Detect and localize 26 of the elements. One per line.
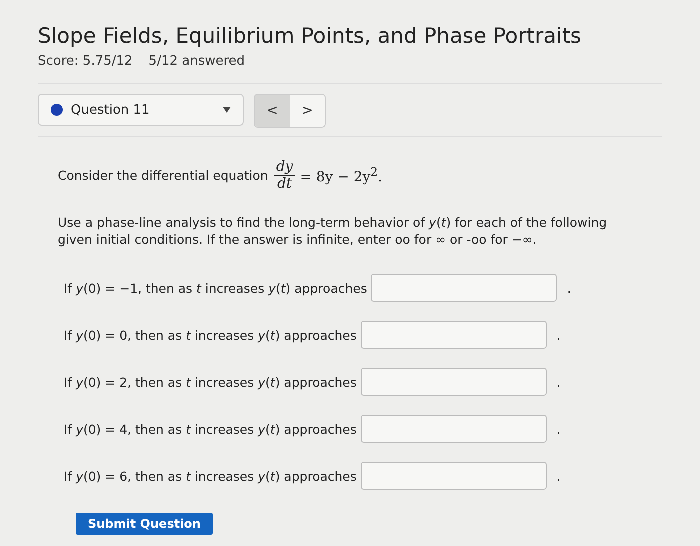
previous-button[interactable]: < <box>255 95 290 127</box>
submit-button[interactable]: Submit Question <box>76 513 213 535</box>
caret-icon <box>223 107 231 113</box>
answered-count: 5/12 answered <box>148 54 246 69</box>
answer-field[interactable] <box>360 462 547 490</box>
question-prompt: If y(0) = 0, then as t increases y(t) approaches <box>64 328 357 342</box>
question-prompt: If y(0) = 2, then as t increases y(t) approaches <box>64 374 357 390</box>
period-text: . <box>556 422 561 436</box>
period-text: . <box>567 280 572 296</box>
next-button[interactable]: > <box>290 95 325 127</box>
question-prompt: If y(0) = −1, then as t increases y(t) approaches <box>64 280 368 296</box>
answer-field[interactable] <box>360 415 547 443</box>
intro-text: Consider the differential equation <box>58 168 268 183</box>
page-title: Slope Fields, Equilibrium Points, and Phase Portraits <box>38 24 582 48</box>
question-prompt: If y(0) = 6, then as t increases y(t) approaches <box>64 468 357 484</box>
period-text: . <box>556 468 561 484</box>
answer-field[interactable] <box>371 274 558 302</box>
question-label: Question 11 <box>71 102 151 118</box>
period-text: . <box>556 328 561 342</box>
question-prompt: If y(0) = 4, then as t increases y(t) approaches <box>64 422 357 436</box>
score-text: Score: 5.75/12 <box>38 54 133 69</box>
period-text: . <box>556 374 561 390</box>
instructions-text: Use a phase-line analysis to find the long-term behavior of y(t) for each of the following given initial conditions. If the answer is infinite, enter oo for ∞ or -oo for −∞. <box>58 214 608 248</box>
question-select[interactable]: Question 11 <box>38 94 244 126</box>
answer-field[interactable] <box>360 368 547 396</box>
answer-field[interactable] <box>360 321 547 349</box>
